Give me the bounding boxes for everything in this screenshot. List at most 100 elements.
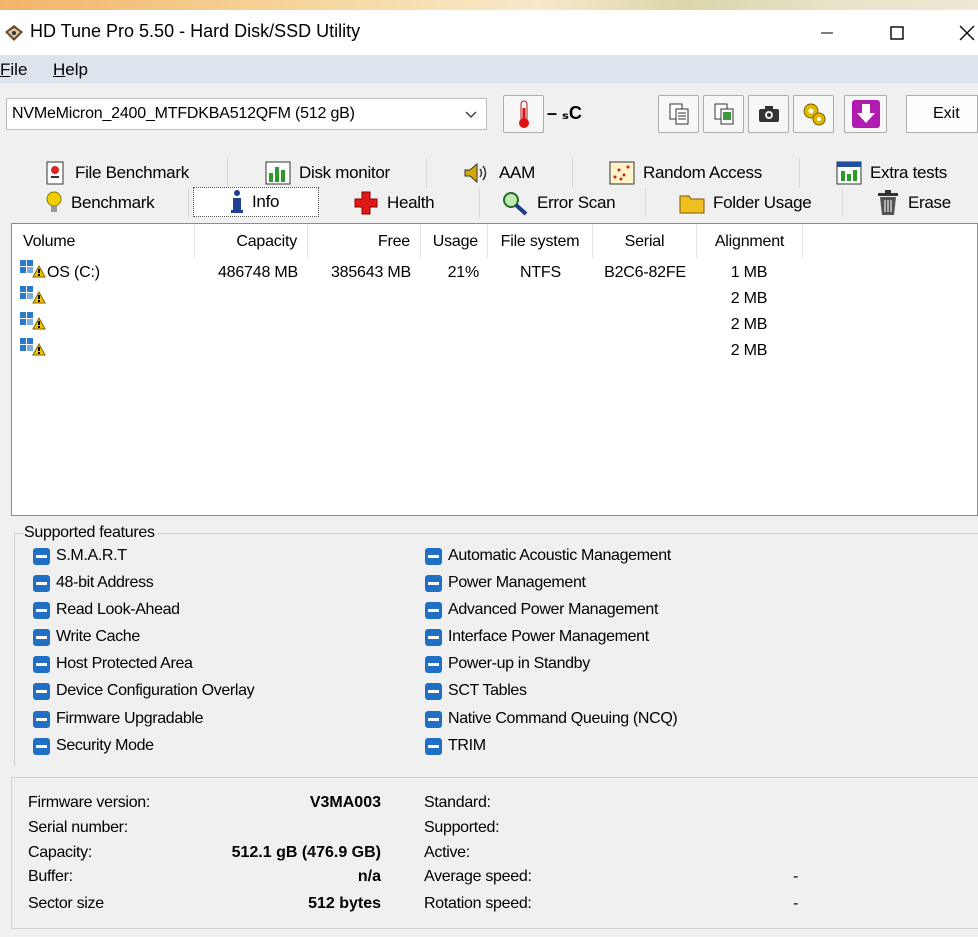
feature-item: Interface Power Management: [425, 626, 649, 648]
volume-warning-icon: [20, 260, 46, 278]
col-free[interactable]: Free: [308, 224, 421, 258]
drive-select[interactable]: NVMeMicron_2400_MTFDKBA512QFM (512 gB): [6, 98, 487, 130]
capacity-value: 512.1 gB (476.9 GB): [231, 844, 381, 861]
feature-supported-icon: [425, 574, 442, 592]
tab-erase[interactable]: Erase: [876, 188, 978, 218]
save-button[interactable]: [844, 95, 887, 133]
copy-info-button[interactable]: [658, 95, 699, 133]
volume-name: OS (C:): [47, 264, 100, 281]
active-label: Active:: [424, 844, 470, 861]
rotation-speed-value: -: [793, 895, 799, 912]
volume-usage: 21%: [447, 264, 480, 281]
feature-item: Native Command Queuing (NCQ): [425, 708, 678, 730]
tab-health[interactable]: Health: [353, 188, 480, 218]
feature-supported-icon: [33, 547, 50, 565]
toolbar: NVMeMicron_2400_MTFDKBA512QFM (512 gB) –…: [0, 83, 978, 148]
disk-monitor-icon: [265, 161, 291, 185]
options-button[interactable]: [793, 95, 834, 133]
feature-item: Host Protected Area: [33, 653, 193, 675]
minimize-icon: [821, 32, 833, 33]
feature-item: Power Management: [425, 572, 586, 594]
feature-supported-icon: [33, 737, 50, 755]
feature-item: Read Look-Ahead: [33, 599, 180, 621]
lightbulb-icon: [45, 190, 63, 216]
tab-file-benchmark[interactable]: File Benchmark: [45, 158, 228, 188]
capacity-label: Capacity:: [28, 844, 92, 861]
feature-supported-icon: [425, 737, 442, 755]
tab-disk-monitor[interactable]: Disk monitor: [265, 158, 427, 188]
feature-supported-icon: [33, 574, 50, 592]
feature-supported-icon: [425, 547, 442, 565]
col-volume[interactable]: Volume: [12, 224, 195, 258]
screenshot-button[interactable]: [748, 95, 789, 133]
file-benchmark-icon: [45, 161, 67, 185]
tab-info[interactable]: Info: [193, 187, 319, 217]
trash-icon: [876, 190, 900, 216]
feature-supported-icon: [425, 710, 442, 728]
feature-item: SCT Tables: [425, 680, 527, 702]
menu-file[interactable]: File: [0, 60, 27, 80]
speaker-icon: [463, 162, 491, 184]
serial-label: Serial number:: [28, 819, 128, 836]
feature-supported-icon: [33, 601, 50, 619]
average-speed-value: -: [793, 868, 799, 885]
feature-supported-icon: [425, 682, 442, 700]
buffer-value: n/a: [357, 868, 381, 885]
minimize-button[interactable]: [792, 10, 862, 55]
supported-label: Supported:: [424, 819, 500, 836]
download-arrow-icon: [851, 100, 880, 128]
feature-supported-icon: [425, 601, 442, 619]
firmware-value: V3MA003: [309, 794, 381, 811]
volume-alignment: 1 MB: [730, 264, 768, 281]
desktop-strip: [0, 0, 978, 10]
exit-button[interactable]: Exit: [906, 95, 978, 133]
col-alignment[interactable]: Alignment: [697, 224, 803, 258]
menu-help[interactable]: Help: [53, 60, 88, 80]
maximize-button[interactable]: [862, 10, 932, 55]
rotation-speed-label: Rotation speed:: [424, 895, 532, 912]
volume-fs: NTFS: [520, 264, 561, 281]
gears-icon: [803, 103, 825, 126]
extra-tests-icon: [836, 161, 862, 185]
volume-warning-icon: [20, 286, 46, 304]
app-disk-icon: [5, 25, 23, 41]
copy-text-icon: [669, 103, 688, 125]
col-usage[interactable]: Usage: [421, 224, 488, 258]
feature-item: Firmware Upgradable: [33, 708, 204, 730]
feature-item: Write Cache: [33, 626, 140, 648]
col-capacity[interactable]: Capacity: [195, 224, 308, 258]
temperature-value: – ₛC: [547, 103, 582, 123]
volume-alignment: 2 MB: [730, 290, 768, 307]
feature-item: TRIM: [425, 735, 486, 757]
info-icon: [230, 189, 244, 215]
random-access-icon: [609, 161, 635, 185]
tab-folder-usage[interactable]: Folder Usage: [679, 188, 843, 218]
health-cross-icon: [353, 190, 379, 216]
average-speed-label: Average speed:: [424, 868, 532, 885]
tab-extra-tests[interactable]: Extra tests: [836, 158, 978, 188]
buffer-label: Buffer:: [28, 868, 73, 885]
close-button[interactable]: [932, 10, 978, 55]
volume-warning-icon: [20, 312, 46, 330]
temperature-button[interactable]: [503, 95, 544, 133]
tab-aam[interactable]: AAM: [463, 158, 573, 188]
feature-supported-icon: [425, 628, 442, 646]
menu-bar: File Help: [0, 55, 978, 83]
volume-list[interactable]: Volume Capacity Free Usage File system S…: [11, 223, 978, 516]
feature-supported-icon: [33, 628, 50, 646]
tab-error-scan[interactable]: Error Scan: [501, 188, 646, 218]
tab-random-access[interactable]: Random Access: [609, 158, 800, 188]
thermometer-icon: [518, 100, 529, 128]
volume-alignment: 2 MB: [730, 342, 768, 359]
maximize-icon: [890, 25, 904, 40]
copy-all-button[interactable]: [703, 95, 744, 133]
volume-alignment: 2 MB: [730, 316, 768, 333]
feature-item: Advanced Power Management: [425, 599, 658, 621]
col-file-system[interactable]: File system: [488, 224, 593, 258]
tab-benchmark[interactable]: Benchmark: [45, 188, 189, 218]
camera-icon: [758, 106, 779, 122]
feature-supported-icon: [425, 655, 442, 673]
col-serial[interactable]: Serial: [593, 224, 697, 258]
feature-supported-icon: [33, 655, 50, 673]
volume-free: 385643 MB: [330, 264, 411, 281]
